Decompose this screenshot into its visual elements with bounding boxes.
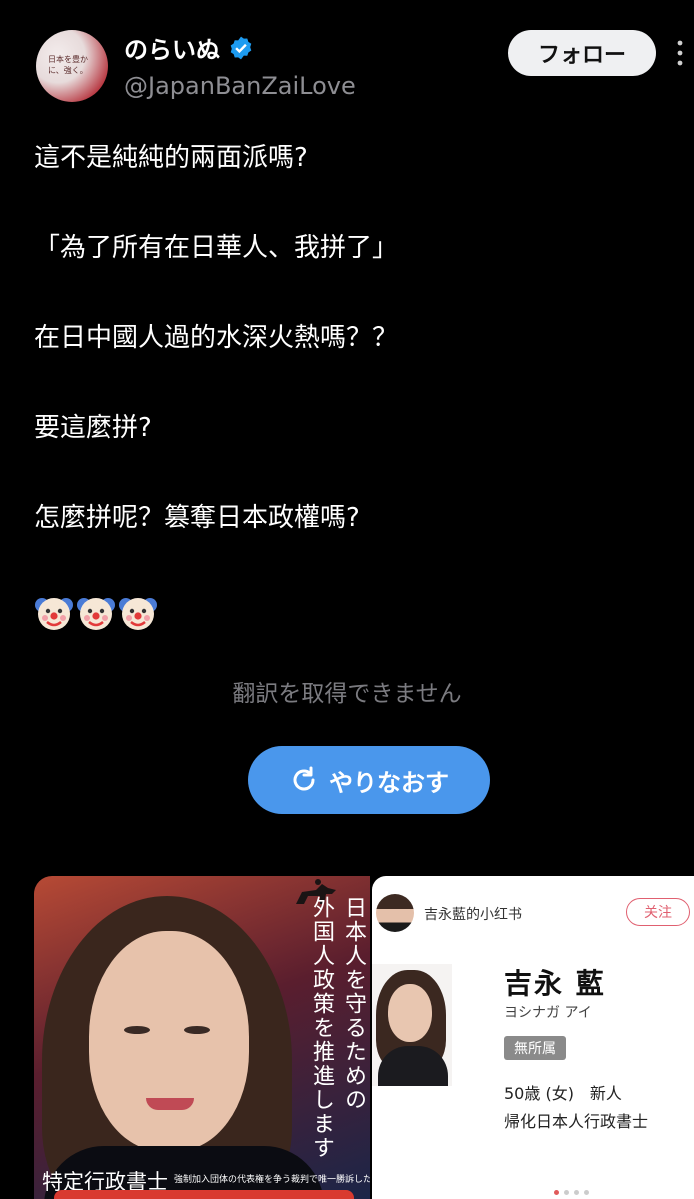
card-follow-button: 关注 <box>626 898 690 926</box>
display-name[interactable]: のらいぬ <box>124 30 220 65</box>
verified-badge-icon <box>230 36 252 59</box>
card-kana: ヨシナガ アイ <box>504 1005 592 1021</box>
carousel-dot <box>564 1190 569 1195</box>
follow-button[interactable]: フォロー <box>508 30 656 76</box>
emoji-row <box>34 592 158 632</box>
clown-emoji-icon <box>35 598 73 630</box>
poster-mouth <box>146 1098 194 1110</box>
card-age: 50歳 (女) 新人 <box>504 1084 622 1103</box>
card-title: 吉永藍的小红书 <box>424 907 522 923</box>
tweet-line: 這不是純純的兩面派嗎? <box>34 143 308 173</box>
tweet-line: 怎麼拼呢？篡奪日本政權嗎? <box>34 503 360 533</box>
clown-emoji-icon <box>119 598 157 630</box>
poster-tiny-text: 強制加入団体の代表権を争う裁判で唯一勝訴した原告 <box>174 1175 370 1185</box>
poster-slogan-col: 日本人を守るための <box>341 896 366 1112</box>
avatar-text: 日本を豊かに、強く。 <box>48 55 88 75</box>
poster-slogan: 日本人を守るための 外国人政策を推進します <box>276 896 366 1176</box>
card-portrait <box>372 964 452 1086</box>
card-avatar <box>376 894 414 932</box>
poster-eye <box>184 1026 210 1034</box>
clown-emoji-icon <box>77 598 115 630</box>
tweet-line: 在日中國人過的水深火熱嗎？？ <box>34 323 399 353</box>
poster-slogan-col: 外国人政策を推進します <box>309 896 334 1160</box>
refresh-icon <box>293 766 315 791</box>
card-occupation: 帰化日本人行政書士 <box>504 1112 649 1131</box>
retry-button[interactable]: やりなおす <box>248 746 490 814</box>
card-party-badge: 無所属 <box>504 1036 566 1060</box>
carousel-dot <box>574 1190 579 1195</box>
card-portrait-face <box>388 984 432 1042</box>
carousel-dot <box>554 1190 559 1195</box>
avatar[interactable]: 日本を豊かに、強く。 <box>36 30 108 102</box>
retry-label: やりなおす <box>329 768 449 797</box>
poster-face <box>89 931 249 1151</box>
campaign-poster-image[interactable]: 日本人を守るための 外国人政策を推進します 特定行政書士 強制加入団体の代表権を… <box>34 876 370 1199</box>
profile-card-image[interactable]: 吉永藍的小红书 关注 吉永 藍 ヨシナガ アイ 無所属 50歳 (女) 新人 帰… <box>372 876 694 1199</box>
carousel-dot <box>584 1190 589 1195</box>
card-name: 吉永 藍 <box>504 967 606 1000</box>
poster-eye <box>124 1026 150 1034</box>
user-name-row[interactable]: のらいぬ <box>124 30 254 65</box>
user-handle[interactable]: @JapanBanZaiLove <box>124 72 356 100</box>
media-grid[interactable]: 日本人を守るための 外国人政策を推進します 特定行政書士 強制加入団体の代表権を… <box>34 876 694 1199</box>
more-options-icon[interactable] <box>672 38 688 68</box>
tweet-line: 「為了所有在日華人、我拼了」 <box>34 233 399 263</box>
carousel-dots <box>554 1190 589 1195</box>
translation-error-text: 翻訳を取得できません <box>232 681 462 707</box>
poster-red-banner <box>54 1190 354 1199</box>
tweet-line: 要這麼拼? <box>34 413 152 443</box>
